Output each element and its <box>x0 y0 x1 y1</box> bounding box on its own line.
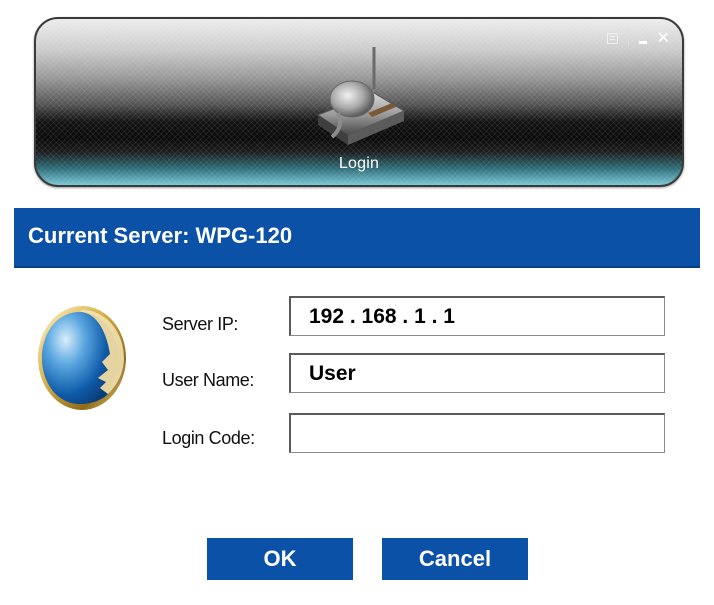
wireless-presentation-gateway-icon[interactable] <box>304 41 414 151</box>
user-name-input[interactable] <box>289 353 665 393</box>
login-code-input[interactable] <box>289 413 665 453</box>
server-ip-input[interactable] <box>289 296 665 336</box>
menu-icon[interactable] <box>606 32 618 44</box>
close-icon[interactable]: ✕ <box>657 30 670 46</box>
dialog-title: Current Server: WPG-120 <box>28 223 293 248</box>
ok-button[interactable]: OK <box>207 538 353 580</box>
login-dialog: Current Server: WPG-120 Server IP: 192 .… <box>14 208 700 598</box>
cancel-button[interactable]: Cancel <box>382 538 528 580</box>
server-ip-label: Server IP: <box>162 314 239 334</box>
login-window: ✕ Login Current Server: WPG-120 Server I… <box>0 0 714 605</box>
login-label: Login <box>338 155 380 172</box>
user-name-label: User Name: <box>162 370 255 390</box>
dialog-header: Current Server: WPG-120 <box>14 208 700 268</box>
login-code-label: Login Code: <box>162 428 255 448</box>
login-toolbar-panel: ✕ Login <box>34 17 684 187</box>
speaking-head-icon <box>38 306 126 410</box>
window-controls-divider <box>627 29 629 47</box>
minimize-icon[interactable] <box>638 40 647 44</box>
window-controls: ✕ <box>606 29 670 47</box>
